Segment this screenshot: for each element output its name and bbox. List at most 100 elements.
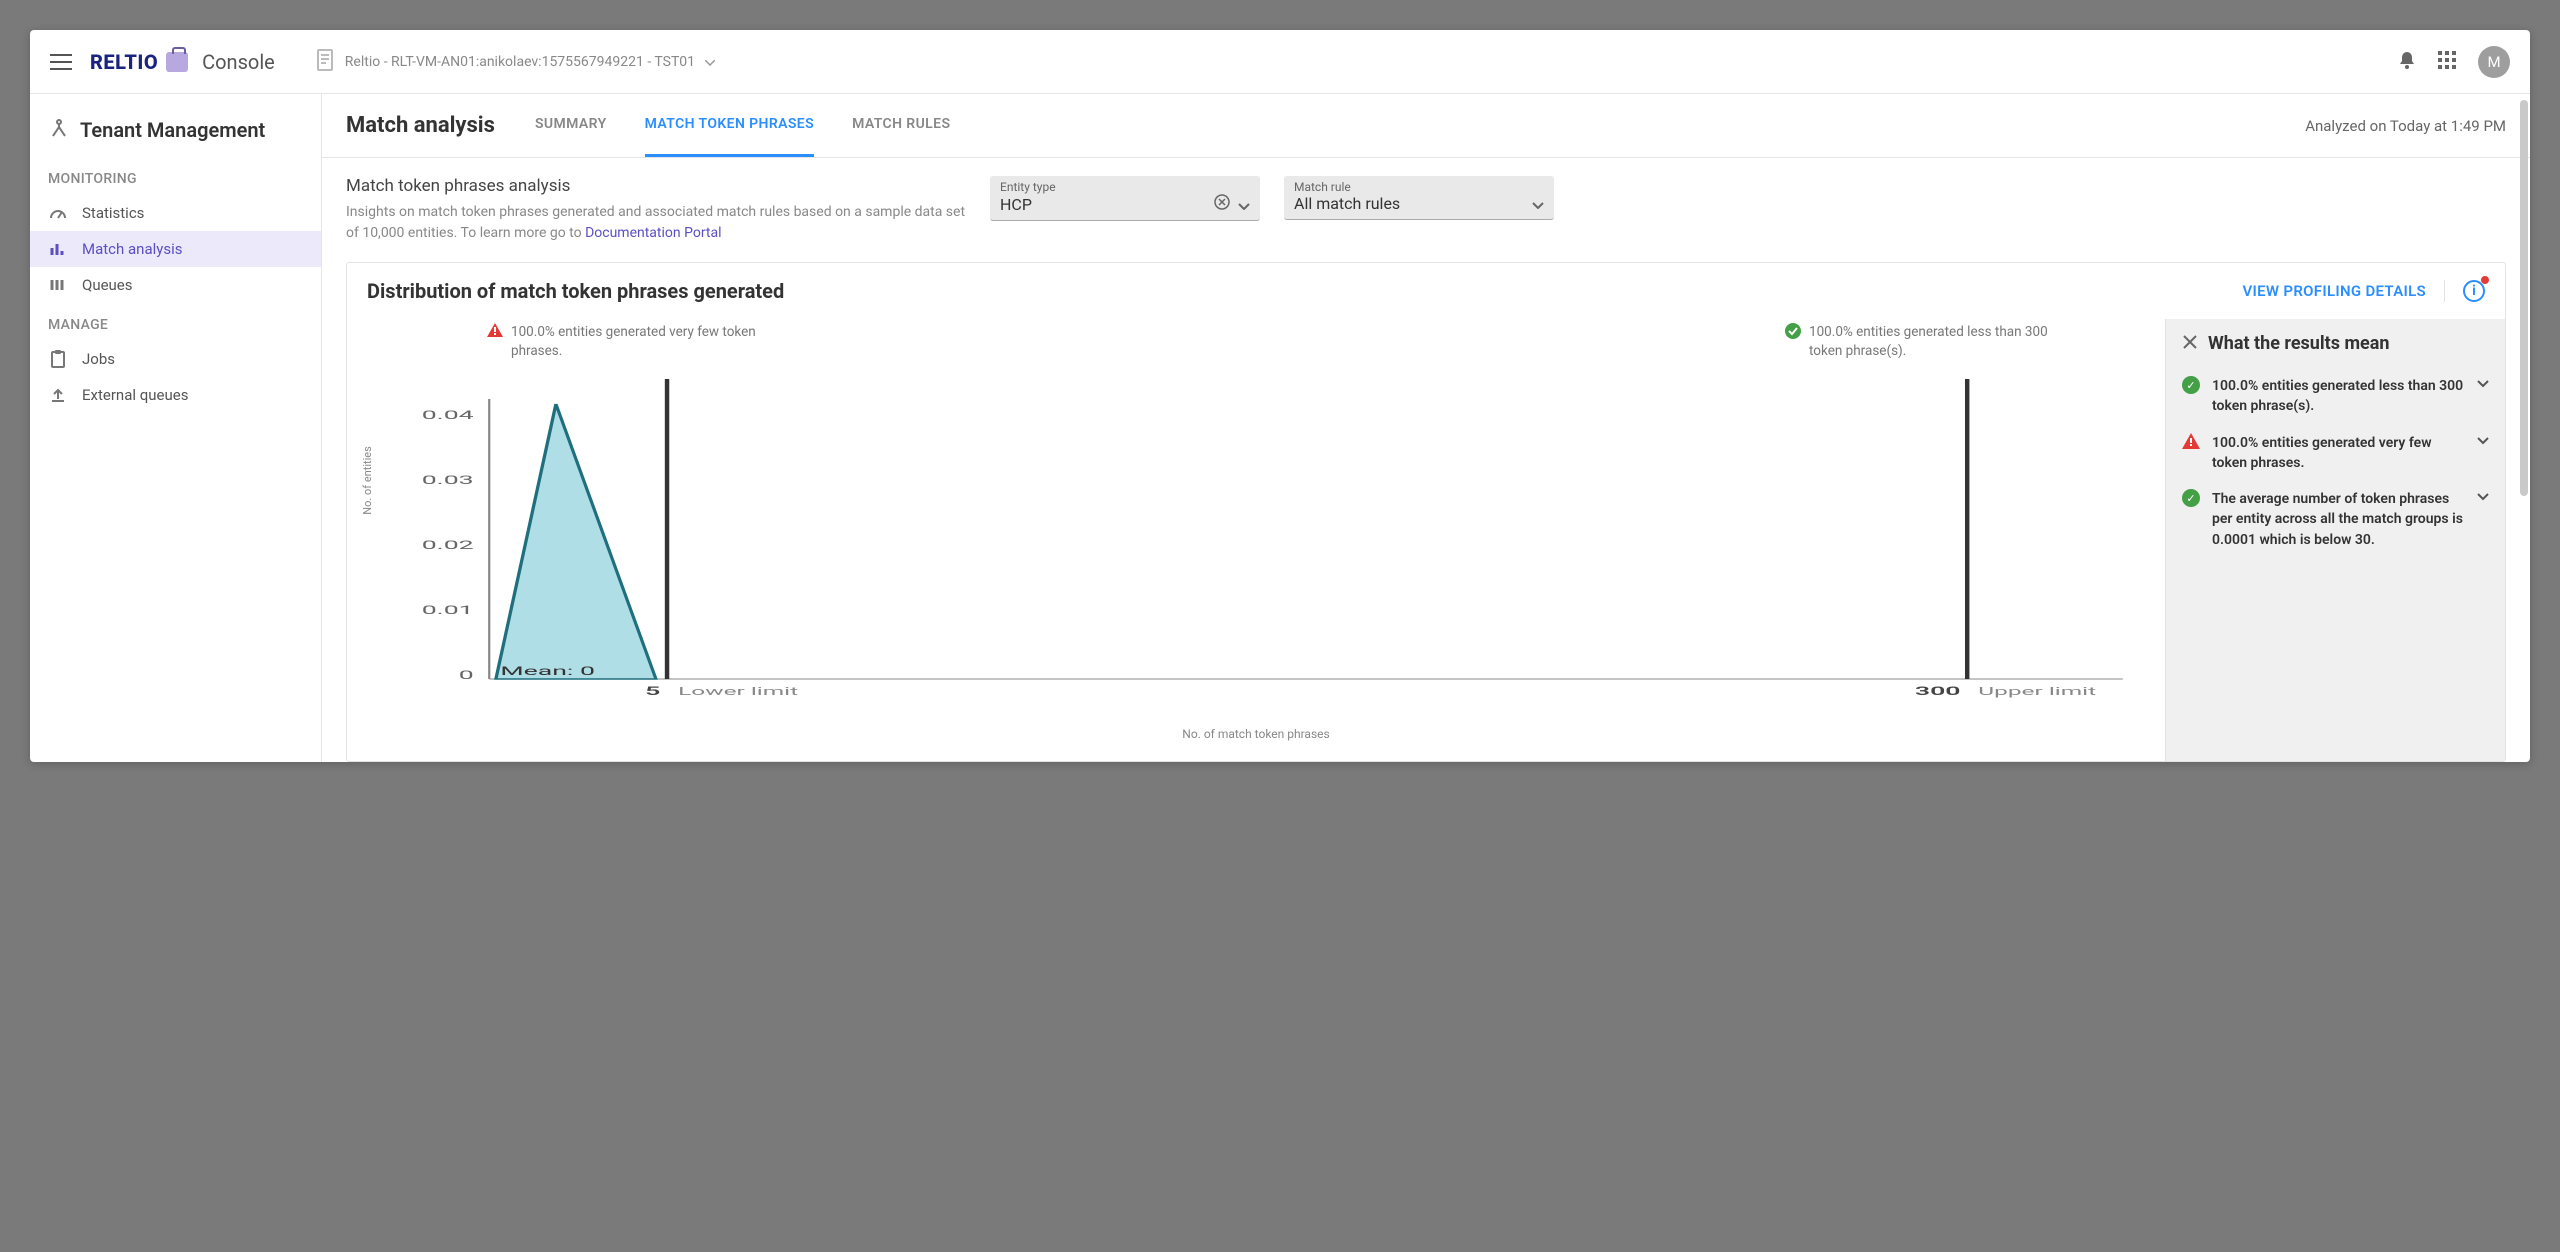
callout-warning: 100.0% entities generated very few token… — [487, 323, 767, 361]
sidebar-item-match-analysis[interactable]: Match analysis — [30, 231, 321, 267]
card-actions: VIEW PROFILING DETAILS i — [2242, 280, 2485, 302]
match-rule-label: Match rule — [1294, 180, 1544, 194]
main: Tenant Management MONITORING Statistics … — [30, 94, 2530, 762]
explain-item[interactable]: ✓ 100.0% entities generated less than 30… — [2182, 368, 2489, 425]
briefcase-icon — [166, 52, 188, 72]
results-explanation-panel: What the results mean ✓ 100.0% entities … — [2165, 319, 2505, 761]
content-header: Match analysis SUMMARY MATCH TOKEN PHRAS… — [322, 94, 2530, 158]
warning-icon — [487, 323, 503, 361]
topbar: RELTIO Console Reltio - RLT-VM-AN01:anik… — [30, 30, 2530, 94]
svg-text:0.03: 0.03 — [422, 473, 474, 487]
tab-match-rules[interactable]: MATCH RULES — [852, 94, 950, 157]
explain-header: What the results mean — [2182, 333, 2489, 354]
page-title: Match analysis — [346, 113, 495, 138]
card-body: 100.0% entities generated very few token… — [347, 319, 2505, 761]
sidebar-item-label: Match analysis — [82, 240, 182, 258]
topbar-right: M — [2398, 46, 2510, 78]
scrollbar[interactable] — [2518, 100, 2528, 760]
sidebar-item-label: Queues — [82, 276, 133, 294]
documentation-link[interactable]: Documentation Portal — [585, 225, 721, 241]
tenant-name: Reltio - RLT-VM-AN01:anikolaev:157556794… — [345, 54, 695, 70]
tab-summary[interactable]: SUMMARY — [535, 94, 607, 157]
svg-text:300: 300 — [1915, 684, 1961, 698]
sidebar-section-monitoring: MONITORING — [30, 157, 321, 195]
chart-svg: 0.04 0.03 0.02 0.01 0 — [367, 379, 2145, 719]
menu-icon[interactable] — [50, 54, 72, 70]
svg-text:0.02: 0.02 — [422, 538, 474, 552]
svg-text:0.01: 0.01 — [422, 603, 474, 617]
caret-down-icon — [1238, 195, 1250, 214]
view-profiling-details-button[interactable]: VIEW PROFILING DETAILS — [2242, 282, 2426, 300]
tenant-selector[interactable]: Reltio - RLT-VM-AN01:anikolaev:157556794… — [315, 49, 715, 75]
match-rule-select[interactable]: Match rule All match rules — [1284, 176, 1554, 220]
explain-text: 100.0% entities generated very few token… — [2212, 433, 2467, 474]
scrollbar-thumb[interactable] — [2520, 100, 2528, 496]
entity-type-select[interactable]: Entity type HCP — [990, 176, 1260, 221]
distribution-card: Distribution of match token phrases gene… — [346, 262, 2506, 762]
explain-item[interactable]: 100.0% entities generated very few token… — [2182, 425, 2489, 482]
sidebar-item-label: Statistics — [82, 204, 144, 222]
svg-text:Upper limit: Upper limit — [1978, 684, 2096, 697]
filters-row: Match token phrases analysis Insights on… — [322, 158, 2530, 244]
apps-icon[interactable] — [2438, 51, 2456, 73]
explain-item[interactable]: ✓ The average number of token phrases pe… — [2182, 481, 2489, 558]
callout-ok-text: 100.0% entities generated less than 300 … — [1809, 323, 2065, 361]
clear-icon[interactable] — [1214, 194, 1230, 214]
chevron-down-icon — [2477, 376, 2489, 417]
panel-area: Distribution of match token phrases gene… — [322, 244, 2530, 762]
content: Match analysis SUMMARY MATCH TOKEN PHRAS… — [322, 94, 2530, 762]
filters-text: Match token phrases analysis Insights on… — [346, 176, 966, 244]
sidebar-item-label: External queues — [82, 386, 188, 404]
clipboard-icon — [48, 350, 68, 368]
tabs: SUMMARY MATCH TOKEN PHRASES MATCH RULES — [535, 94, 950, 157]
chart-callouts: 100.0% entities generated very few token… — [367, 323, 2145, 371]
explain-text: 100.0% entities generated less than 300 … — [2212, 376, 2467, 417]
queue-icon — [48, 278, 68, 292]
chart-region: 100.0% entities generated very few token… — [347, 319, 2165, 761]
sidebar-title-text: Tenant Management — [80, 118, 265, 142]
info-icon: i — [2463, 280, 2485, 302]
sidebar-item-jobs[interactable]: Jobs — [30, 341, 321, 377]
warning-icon — [2182, 433, 2202, 474]
callout-warn-text: 100.0% entities generated very few token… — [511, 323, 767, 361]
compass-icon — [48, 116, 70, 143]
chart: No. of entities 0.04 0.03 0.02 0.01 0 — [367, 379, 2145, 719]
chart-xlabel: No. of match token phrases — [367, 727, 2145, 741]
gauge-icon — [48, 206, 68, 220]
bars-icon — [48, 242, 68, 256]
brand-sub: Console — [202, 50, 275, 74]
tab-match-token-phrases[interactable]: MATCH TOKEN PHRASES — [645, 94, 814, 157]
section-title: Match token phrases analysis — [346, 176, 966, 196]
chart-ylabel: No. of entities — [361, 446, 374, 515]
app-window: RELTIO Console Reltio - RLT-VM-AN01:anik… — [30, 30, 2530, 762]
svg-text:0: 0 — [459, 668, 474, 682]
sidebar-item-statistics[interactable]: Statistics — [30, 195, 321, 231]
caret-down-icon — [705, 54, 715, 70]
sidebar-item-external-queues[interactable]: External queues — [30, 377, 321, 413]
upload-icon — [48, 387, 68, 403]
caret-down-icon — [1532, 194, 1544, 213]
info-icon-wrap[interactable]: i — [2444, 280, 2485, 302]
section-description: Insights on match token phrases generate… — [346, 202, 966, 244]
check-icon: ✓ — [2182, 376, 2202, 417]
svg-text:Lower limit: Lower limit — [678, 684, 798, 697]
entity-type-label: Entity type — [1000, 180, 1250, 194]
chevron-down-icon — [2477, 489, 2489, 550]
close-icon[interactable] — [2182, 334, 2198, 354]
check-icon: ✓ — [2182, 489, 2202, 550]
bell-icon[interactable] — [2398, 50, 2416, 74]
chevron-down-icon — [2477, 433, 2489, 474]
card-title: Distribution of match token phrases gene… — [367, 279, 784, 303]
brand: RELTIO Console — [90, 50, 275, 74]
sidebar-section-manage: MANAGE — [30, 303, 321, 341]
explain-text: The average number of token phrases per … — [2212, 489, 2467, 550]
sidebar-item-label: Jobs — [82, 350, 115, 368]
callout-ok: 100.0% entities generated less than 300 … — [1785, 323, 2065, 361]
entity-type-value: HCP — [1000, 195, 1032, 214]
svg-text:0.04: 0.04 — [422, 408, 474, 422]
document-icon — [315, 49, 335, 75]
card-header: Distribution of match token phrases gene… — [347, 263, 2505, 319]
match-rule-value: All match rules — [1294, 194, 1400, 213]
avatar[interactable]: M — [2478, 46, 2510, 78]
sidebar-item-queues[interactable]: Queues — [30, 267, 321, 303]
